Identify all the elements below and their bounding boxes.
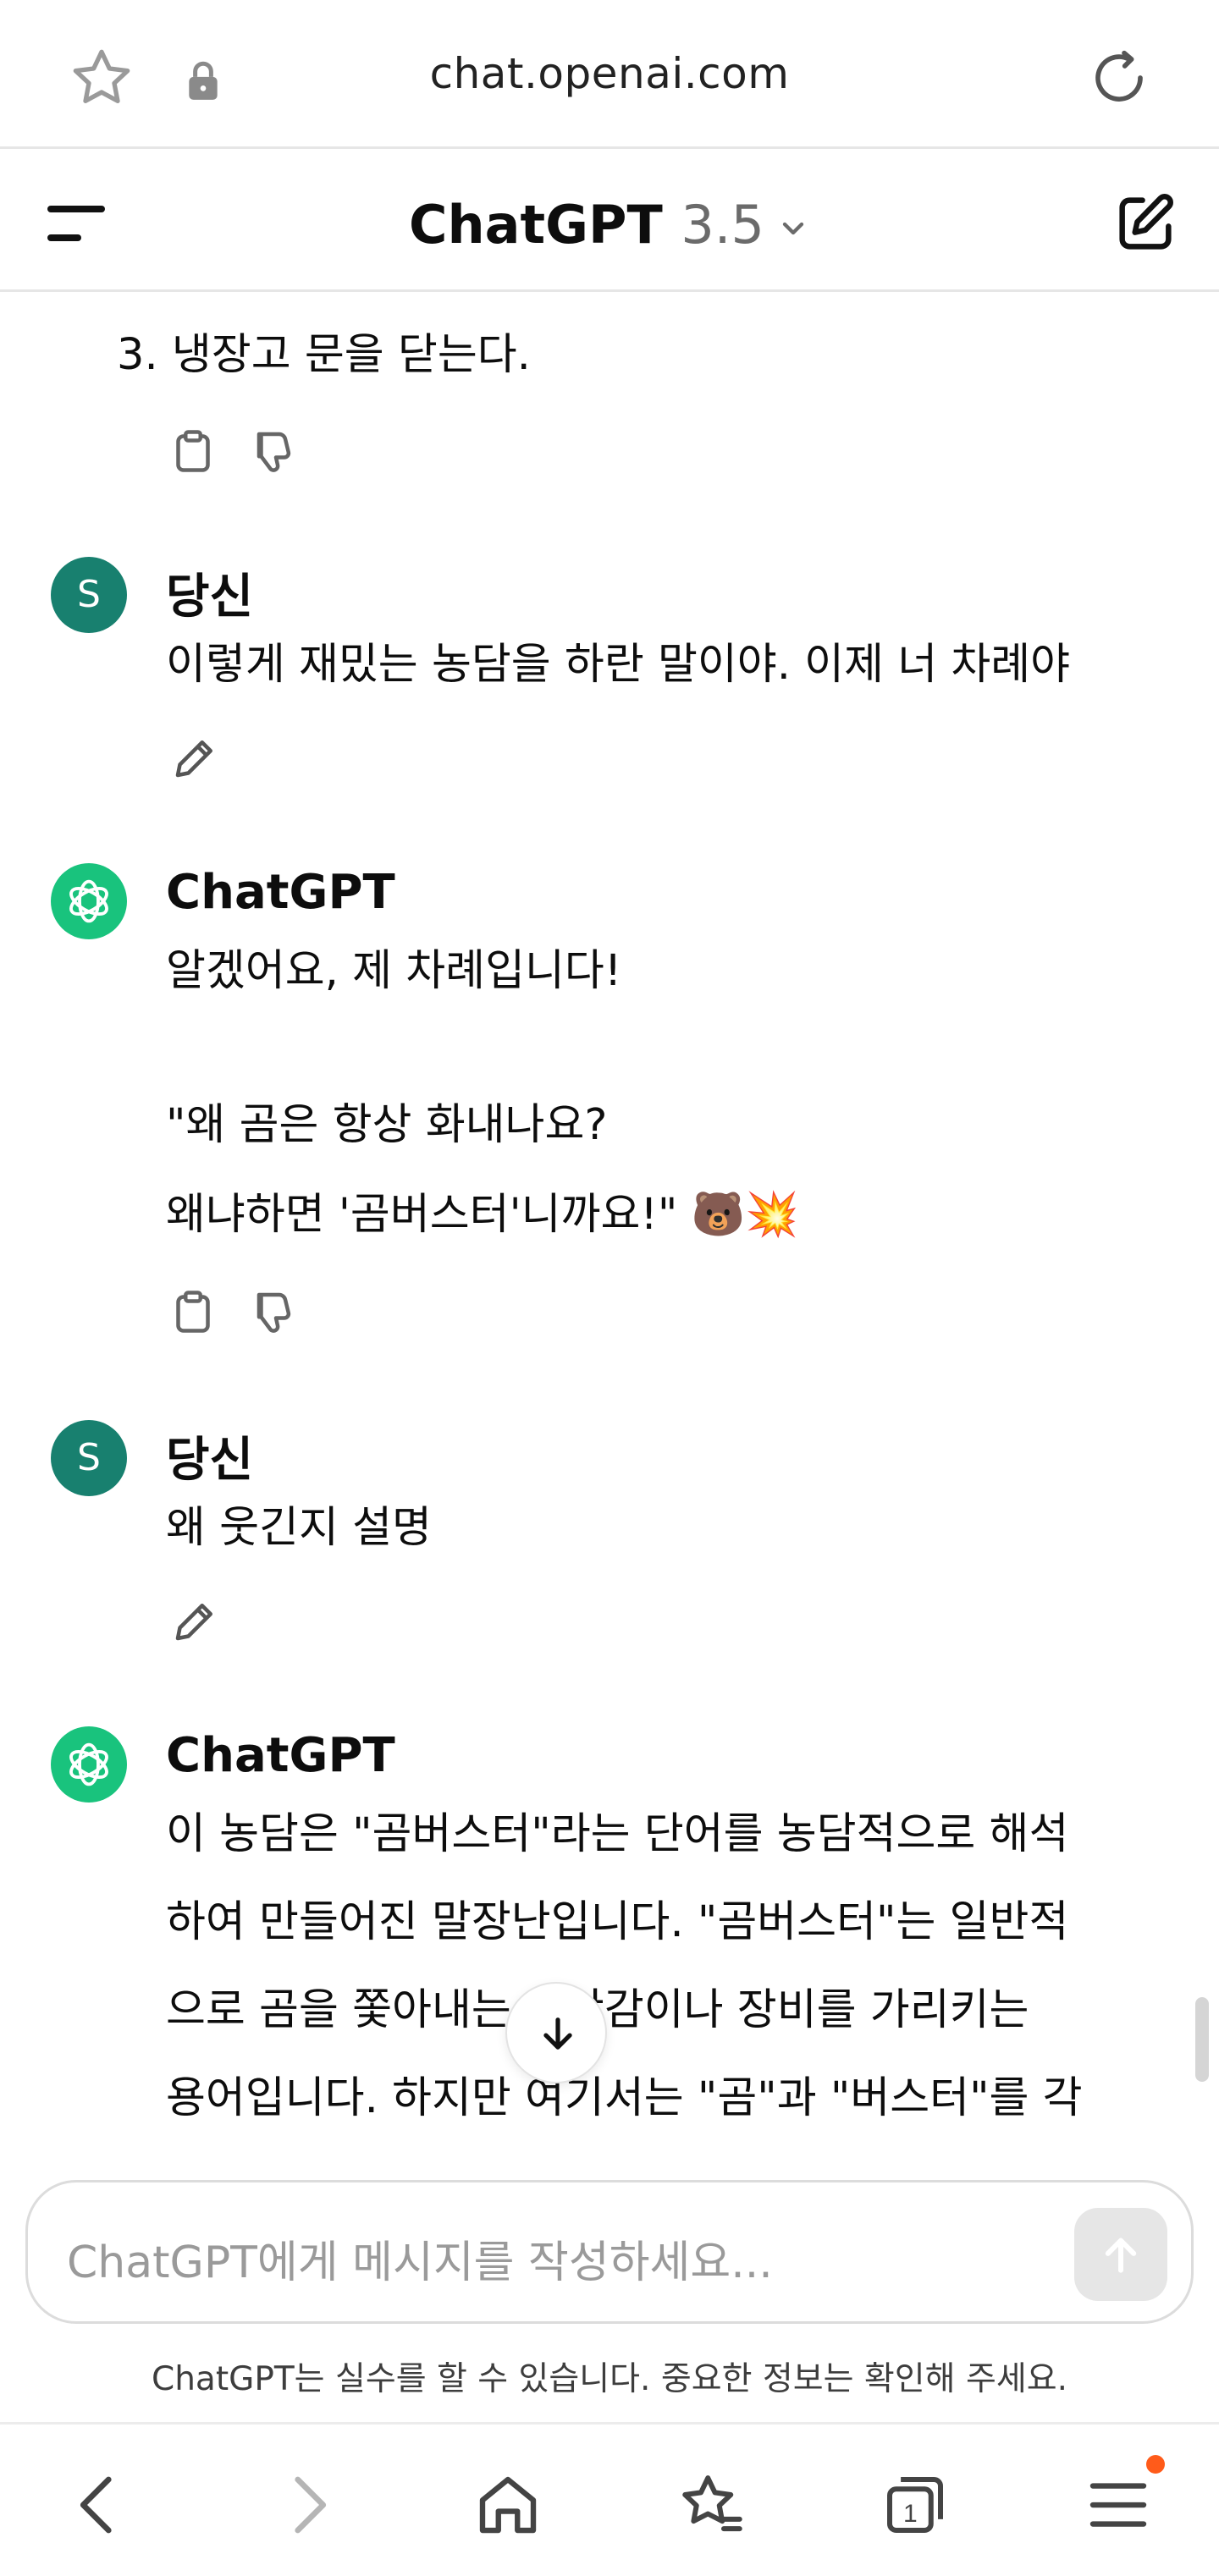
url-text[interactable]: chat.openai.com xyxy=(0,49,1219,98)
message-author: ChatGPT xyxy=(166,1728,395,1783)
chat-thread: 3. 냉장고 문을 닫는다. S 당신 이렇게 재밌는 농담을 하란 말이야. … xyxy=(0,294,1219,2173)
message-line: 알겠어요, 제 차례입니다! xyxy=(166,946,622,996)
message-line: 왜냐하면 '곰버스터'니까요!" 🐻💥 xyxy=(166,1190,799,1240)
message-author: 당신 xyxy=(166,1433,254,1488)
model-selector[interactable]: ChatGPT 3.5 xyxy=(0,194,1219,256)
menu-icon[interactable] xyxy=(1080,2467,1156,2543)
user-avatar: S xyxy=(51,1420,127,1496)
arrow-down-icon xyxy=(543,2017,572,2050)
tabs-icon[interactable]: 1 xyxy=(877,2467,953,2543)
thumbs-down-icon[interactable] xyxy=(251,1286,301,1337)
message-line: 이렇게 재밌는 농담을 하란 말이야. 이제 너 차례야 xyxy=(166,640,1071,690)
browser-url-bar: chat.openai.com xyxy=(0,0,1219,149)
message-line: "왜 곰은 항상 화내나요? xyxy=(166,1100,608,1150)
clipboard-icon[interactable] xyxy=(168,426,218,476)
home-icon[interactable] xyxy=(470,2467,546,2543)
openai-logo-icon xyxy=(69,1742,108,1786)
message-line: 하여 만들어진 말장난입니다. "곰버스터"는 일반적 xyxy=(166,1897,1069,1947)
chatgpt-avatar xyxy=(51,1726,127,1803)
openai-logo-icon xyxy=(69,879,108,923)
message-composer[interactable]: ChatGPT에게 메시지를 작성하세요... xyxy=(25,2180,1194,2324)
thumbs-down-icon[interactable] xyxy=(251,426,301,476)
disclaimer-text: ChatGPT는 실수를 할 수 있습니다. 중요한 정보는 확인해 주세요. xyxy=(151,2360,1068,2398)
chevron-left-icon[interactable] xyxy=(61,2467,137,2543)
chevron-right-icon[interactable] xyxy=(269,2467,345,2543)
send-button[interactable] xyxy=(1074,2208,1167,2301)
message-line: 왜 웃긴지 설명 xyxy=(166,1503,432,1553)
reload-icon[interactable] xyxy=(1085,44,1153,112)
arrow-up-icon xyxy=(1105,2237,1137,2273)
chevron-down-icon xyxy=(782,222,804,235)
message-line: 용어입니다. 하지만 여기서는 "곰"과 "버스터"를 각 xyxy=(166,2073,1083,2123)
message-author: ChatGPT xyxy=(166,865,395,920)
pencil-icon[interactable] xyxy=(169,733,220,784)
chat-header: ChatGPT 3.5 xyxy=(0,151,1219,292)
tab-count: 1 xyxy=(903,2500,918,2528)
scroll-to-bottom-button[interactable] xyxy=(505,1982,607,2083)
pencil-icon[interactable] xyxy=(169,1596,220,1647)
browser-nav-bar: 1 xyxy=(0,2422,1219,2576)
message-author: 당신 xyxy=(166,570,254,625)
message-line: 3. 냉장고 문을 닫는다. xyxy=(117,330,531,380)
clipboard-icon[interactable] xyxy=(168,1286,218,1337)
message-line: 이 농담은 "곰버스터"라는 단어를 농담적으로 해석 xyxy=(166,1809,1069,1859)
compose-icon[interactable] xyxy=(1111,189,1180,258)
message-input[interactable]: ChatGPT에게 메시지를 작성하세요... xyxy=(67,2226,773,2290)
chatgpt-avatar xyxy=(51,863,127,939)
scrollbar-thumb[interactable] xyxy=(1195,1997,1209,2082)
model-version: 3.5 xyxy=(681,194,764,256)
bookmarks-star-icon[interactable] xyxy=(673,2467,749,2543)
user-avatar: S xyxy=(51,557,127,633)
app-title: ChatGPT xyxy=(409,194,663,256)
notification-dot xyxy=(1146,2455,1165,2474)
